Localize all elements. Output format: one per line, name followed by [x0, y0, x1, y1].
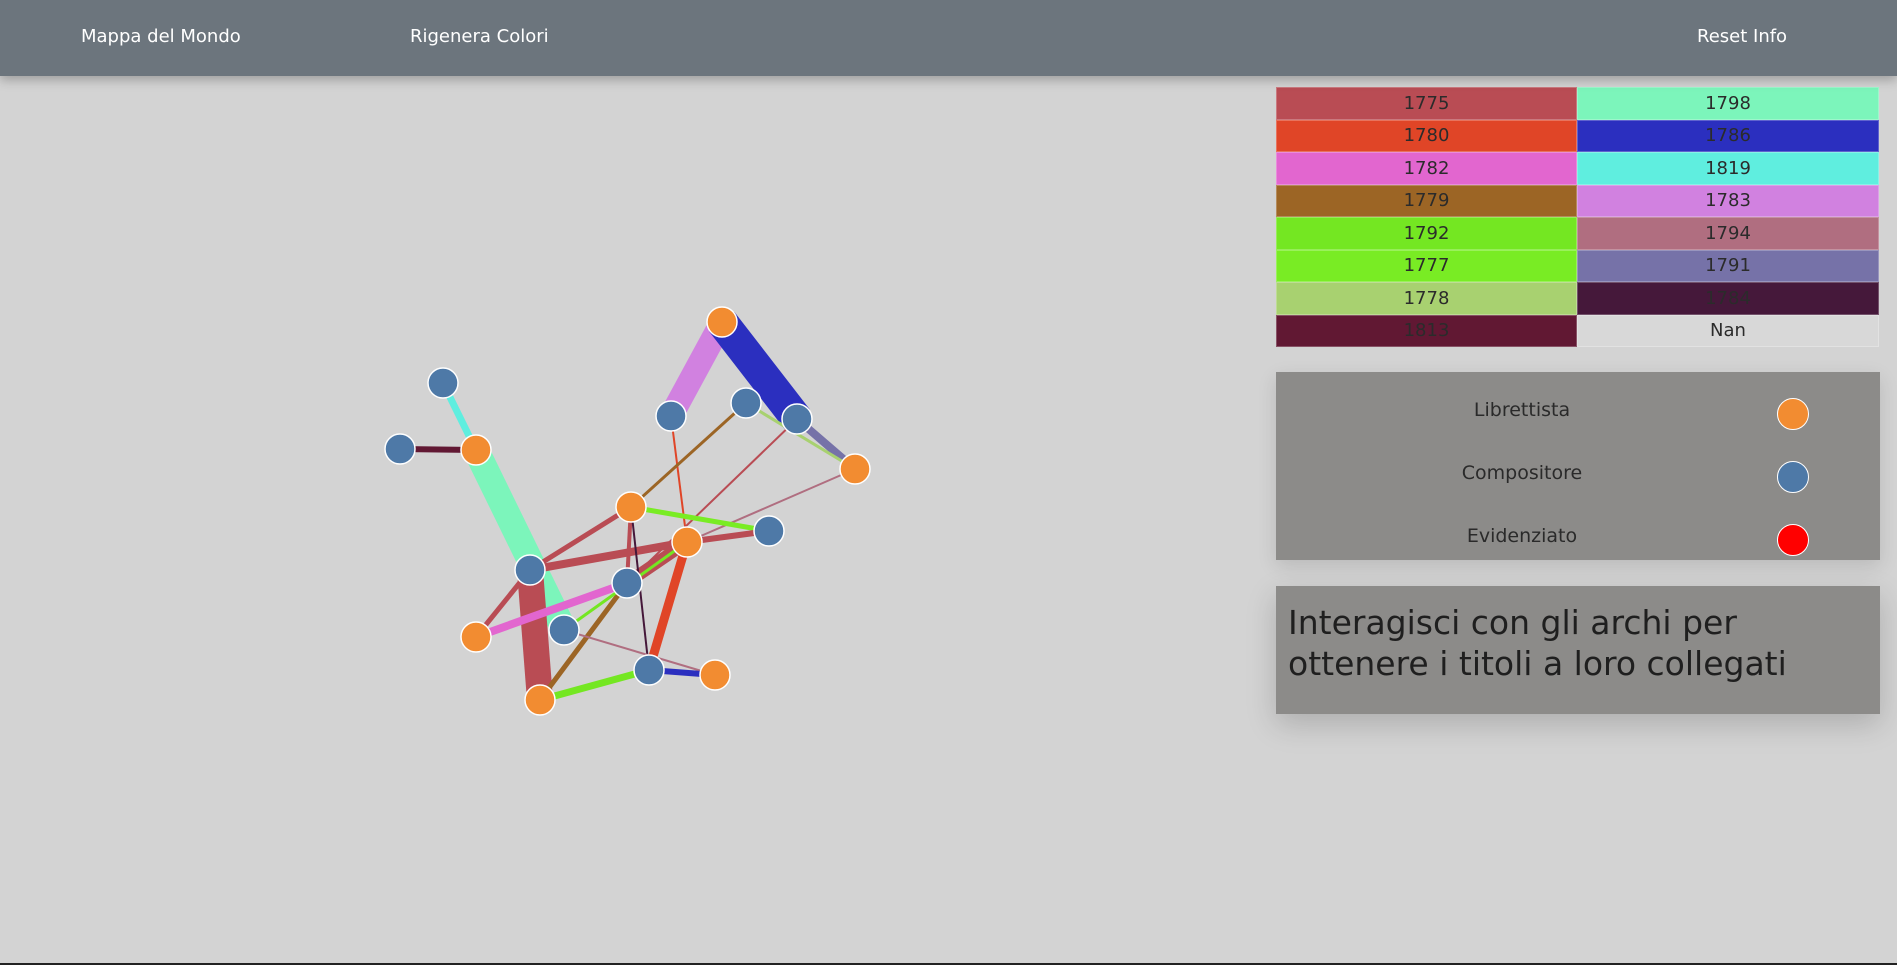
graph-edge-1775[interactable]	[517, 569, 553, 701]
year-cell-1791: 1791	[1577, 249, 1879, 282]
year-cell-1786: 1786	[1577, 119, 1879, 152]
info-text: Interagisci con gli archi per ottenere i…	[1288, 603, 1787, 683]
graph-node-compositore[interactable]	[548, 614, 580, 646]
year-cell-1784: 1784	[1577, 282, 1879, 315]
legend-item-librettista: Librettista	[1276, 391, 1880, 431]
legend-dot-icon	[1777, 398, 1809, 430]
legend-label: Evidenziato	[1466, 525, 1578, 547]
graph-node-librettista[interactable]	[671, 526, 703, 558]
graph-node-compositore[interactable]	[427, 367, 459, 399]
graph-edge-1780[interactable]	[670, 415, 688, 543]
year-cell-1779: 1779	[1276, 184, 1577, 217]
year-cell-1782: 1782	[1276, 152, 1577, 185]
graph-node-librettista[interactable]	[615, 491, 647, 523]
navbar: Mappa del Mondo Rigenera Colori Reset In…	[0, 0, 1897, 76]
year-cell-1819: 1819	[1577, 152, 1879, 185]
graph-node-librettista[interactable]	[699, 659, 731, 691]
nav-link-regenerate-colors[interactable]: Rigenera Colori	[410, 0, 549, 76]
node-legend: Librettista Compositore Evidenziato	[1276, 372, 1880, 560]
year-cell-1792: 1792	[1276, 217, 1577, 250]
graph-node-librettista[interactable]	[460, 621, 492, 653]
graph-node-compositore[interactable]	[384, 433, 416, 465]
graph-node-compositore[interactable]	[655, 400, 687, 432]
year-cell-1780: 1780	[1276, 119, 1577, 152]
graph-node-compositore[interactable]	[514, 554, 546, 586]
graph-edge-1777[interactable]	[630, 504, 770, 534]
nav-link-world-map[interactable]: Mappa del Mondo	[81, 0, 241, 76]
graph-node-compositore[interactable]	[633, 654, 665, 686]
graph-node-compositore[interactable]	[730, 387, 762, 419]
legend-item-evidenziato: Evidenziato	[1276, 517, 1880, 557]
legend-label: Compositore	[1461, 462, 1583, 484]
year-color-table: 1775 1798 1780 1786 1782 1819 1779 1783 1792 1794…	[1276, 87, 1879, 347]
legend-label: Librettista	[1473, 399, 1571, 421]
year-cell-1798: 1798	[1577, 87, 1879, 120]
legend-dot-icon	[1777, 524, 1809, 556]
graph-node-librettista[interactable]	[524, 684, 556, 716]
side-panel: 1775 1798 1780 1786 1782 1819 1779 1783 1792 1794…	[1276, 87, 1880, 714]
graph-node-compositore[interactable]	[611, 567, 643, 599]
year-cell-1794: 1794	[1577, 217, 1879, 250]
year-cell-1775: 1775	[1276, 87, 1577, 120]
year-cell-1783: 1783	[1577, 184, 1879, 217]
graph-node-librettista[interactable]	[839, 453, 871, 485]
graph-node-librettista[interactable]	[460, 434, 492, 466]
graph-node-compositore[interactable]	[753, 515, 785, 547]
year-cell-nan: Nan	[1577, 314, 1879, 347]
graph-node-compositore[interactable]	[781, 403, 813, 435]
year-cell-1777: 1777	[1276, 249, 1577, 282]
graph-edge-1779[interactable]	[629, 401, 748, 509]
legend-item-compositore: Compositore	[1276, 454, 1880, 494]
network-graph	[384, 306, 871, 716]
graph-node-librettista[interactable]	[706, 306, 738, 338]
year-cell-1778: 1778	[1276, 282, 1577, 315]
year-cell-1813: 1813	[1276, 314, 1577, 347]
nav-link-reset-info[interactable]: Reset Info	[1697, 0, 1787, 76]
legend-dot-icon	[1777, 461, 1809, 493]
info-box: Interagisci con gli archi per ottenere i…	[1276, 586, 1880, 714]
